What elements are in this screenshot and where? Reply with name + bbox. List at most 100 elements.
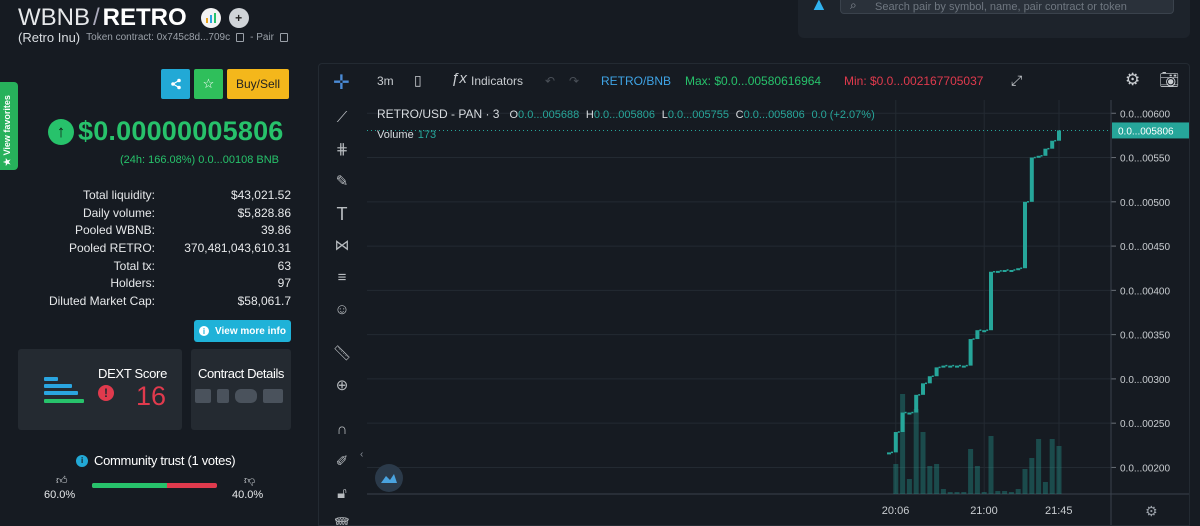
- community-trust-bar: [92, 483, 217, 488]
- copy-icon[interactable]: [236, 33, 245, 42]
- text-tool-icon[interactable]: T: [332, 204, 352, 224]
- y-tick-label: 0.0...00400: [1120, 286, 1170, 297]
- dextools-logo-icon[interactable]: ▲: [810, 0, 830, 13]
- stat-label: Total tx:: [113, 258, 155, 273]
- tradingview-logo-icon[interactable]: [375, 464, 403, 492]
- volume-bar: [1002, 491, 1008, 494]
- stat-row: Pooled RETRO: 370,481,043,610.31: [20, 241, 291, 259]
- candle: [914, 394, 919, 413]
- x-tick-label: 20:06: [882, 505, 910, 517]
- share-button[interactable]: [161, 69, 190, 99]
- min-price-label: Min: $0.0...002167705037: [844, 74, 984, 88]
- price-chart[interactable]: 0.0...00600 0.0...00550 0.0...00500 0.0...0…: [367, 100, 1190, 526]
- trend-line-icon[interactable]: ⟋: [332, 108, 352, 128]
- candle: [887, 452, 891, 455]
- info-icon: i: [76, 454, 88, 467]
- copy-pair-icon[interactable]: [280, 33, 289, 42]
- pair-selector[interactable]: RETRO/BNB: [601, 74, 671, 88]
- legend-o-label: O: [509, 109, 519, 121]
- candle: [941, 365, 946, 368]
- stat-label: Holders:: [110, 276, 155, 291]
- y-tick-label: 0.0...00250: [1120, 419, 1170, 430]
- candle: [989, 271, 993, 331]
- trash-icon[interactable]: 🗑︎: [332, 516, 352, 525]
- token-contract: Token contract: 0x745c8d...709c: [86, 32, 231, 43]
- token-name: (Retro Inu): [18, 30, 81, 45]
- thumbs-up-icon[interactable]: 👍︎: [56, 474, 68, 487]
- fx-icon[interactable]: ƒx: [451, 70, 467, 87]
- collapse-toolbar-icon[interactable]: ‹: [360, 449, 363, 460]
- volume-bar: [947, 492, 953, 494]
- price-change-24h: (24h: 166.08%) 0.0...00108 BNB: [120, 154, 279, 166]
- candle-type-icon[interactable]: ▯: [414, 72, 422, 89]
- contract-details-card[interactable]: Contract Details: [191, 349, 291, 430]
- pattern-icon[interactable]: ⋈: [332, 236, 352, 256]
- buy-sell-button[interactable]: Buy/Sell: [227, 69, 289, 99]
- volume-bar: [927, 466, 933, 494]
- volume-bar: [940, 489, 946, 494]
- candle: [1002, 269, 1007, 272]
- stat-row: Total liquidity: $43,021.52: [20, 188, 291, 206]
- volume-bar: [968, 449, 974, 494]
- search-icon: ⌕: [850, 0, 857, 12]
- banknote-icon: [263, 389, 283, 403]
- indicators-button[interactable]: Indicators: [471, 74, 523, 88]
- thumbs-down-icon[interactable]: 👎︎: [244, 474, 255, 487]
- volume-legend: Volume 173: [377, 129, 436, 141]
- volume-bar: [1042, 482, 1048, 494]
- x-tick-label: 21:00: [970, 505, 998, 517]
- stat-label: Pooled RETRO:: [68, 241, 155, 256]
- dext-score-card[interactable]: DEXT Score ! 16: [18, 349, 182, 430]
- token-subtitle: (Retro Inu) Token contract: 0x745c8d...7…: [18, 30, 289, 45]
- volume-bar: [893, 464, 899, 494]
- settings-gear-icon[interactable]: ⚙: [1125, 70, 1140, 90]
- stat-label: Total liquidity:: [82, 188, 155, 202]
- pair-link[interactable]: - Pair: [250, 32, 274, 43]
- crosshair-icon[interactable]: ✛: [333, 70, 350, 95]
- view-more-info-button[interactable]: i View more info: [194, 320, 291, 342]
- stat-label: Daily volume:: [82, 205, 155, 220]
- dext-score-title: DEXT Score: [98, 366, 168, 381]
- chart-gauge-icon[interactable]: [200, 8, 221, 28]
- lock-drawing-icon[interactable]: ✐: [332, 452, 352, 472]
- stat-row: Daily volume: $5,828.86: [20, 206, 291, 224]
- prediction-icon[interactable]: ≡: [332, 268, 352, 288]
- info-icon: i: [199, 326, 210, 336]
- drawing-toolbar: ⟋ ⋕ ✎ T ⋈ ≡ ☺ 📏︎ ⊕ ∩ ✐ 🔓︎ 🗑︎: [319, 100, 365, 525]
- favorite-star-button[interactable]: ☆: [194, 69, 223, 99]
- volume-label: Volume: [377, 129, 414, 141]
- community-trust-title: i Community trust (1 votes): [76, 453, 236, 468]
- magnet-icon[interactable]: ∩: [332, 420, 352, 440]
- pitchfork-icon[interactable]: ⋕: [332, 140, 352, 160]
- emoji-icon[interactable]: ☺: [332, 300, 352, 320]
- candle: [1057, 130, 1061, 141]
- candle: [1043, 148, 1048, 156]
- quote-symbol: RETRO: [102, 4, 187, 31]
- stat-value: $58,061.7: [237, 294, 291, 309]
- redo-icon[interactable]: ↷: [569, 74, 579, 88]
- unlock-icon[interactable]: 🔓︎: [332, 484, 352, 504]
- y-tick-label: 0.0...00450: [1120, 242, 1170, 253]
- fullscreen-icon[interactable]: ⤢: [1011, 72, 1022, 89]
- candle: [934, 367, 939, 377]
- price-up-arrow-icon: ↑: [48, 118, 74, 145]
- price-row: ↑ $0.00000005806: [48, 116, 284, 147]
- view-favorites-tab[interactable]: ★ View favorites: [0, 82, 18, 170]
- interval-3m[interactable]: 3m: [377, 74, 394, 88]
- volume-bar: [1008, 492, 1014, 494]
- contract-details-title: Contract Details: [197, 366, 285, 381]
- view-more-info-label: View more info: [215, 325, 286, 337]
- volume-bar: [934, 464, 940, 494]
- stat-row: Pooled WBNB: 39.86: [20, 223, 291, 241]
- y-tick-label: 0.0...00600: [1120, 109, 1170, 120]
- zoom-in-icon[interactable]: ⊕: [332, 376, 352, 396]
- chart-legend: RETRO/USD - PAN · 3 O0.0...005688 H0.0..…: [377, 107, 875, 121]
- undo-icon[interactable]: ↶: [545, 74, 555, 88]
- camera-icon[interactable]: 📷︎: [1159, 70, 1179, 90]
- plus-box-icon: [195, 389, 211, 403]
- ruler-icon[interactable]: 📏︎: [332, 344, 352, 364]
- add-plus-icon[interactable]: +: [228, 8, 249, 28]
- candle: [921, 383, 925, 395]
- brush-icon[interactable]: ✎: [332, 172, 352, 192]
- search-input[interactable]: [840, 0, 1174, 14]
